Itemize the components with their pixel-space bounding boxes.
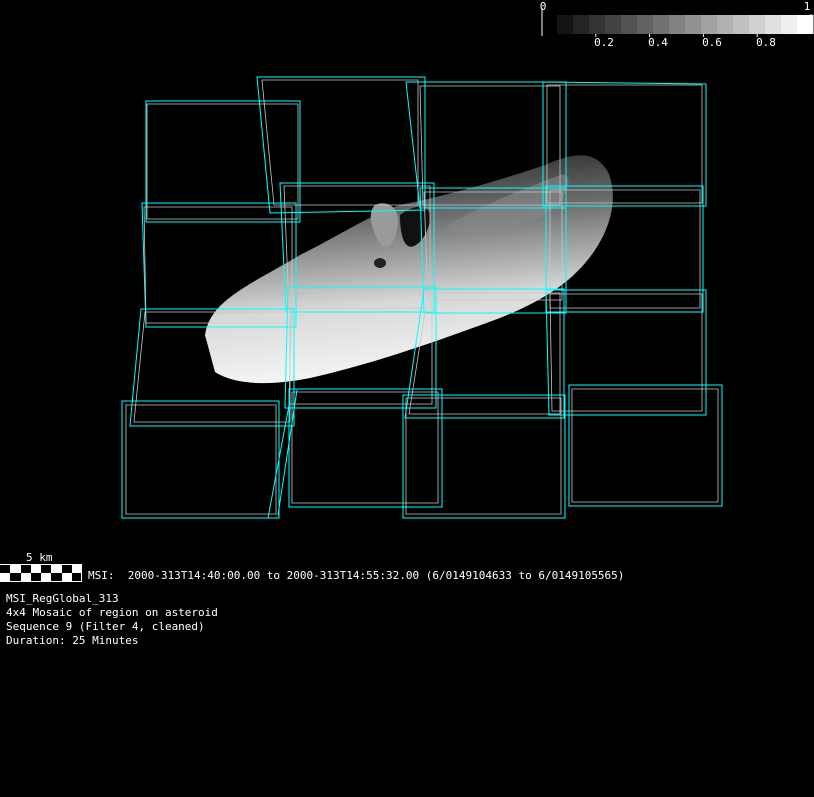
image-footprint — [121, 400, 280, 519]
colorbar-step — [749, 15, 766, 34]
asteroid-mosaic-view — [0, 8, 814, 582]
scale-bar-graphic — [0, 564, 82, 582]
colorbar-step — [589, 15, 606, 34]
image-footprint — [405, 397, 562, 515]
colorbar-step — [701, 15, 718, 34]
colorbar-tick-label: 0.4 — [648, 36, 668, 49]
colorbar-tick-label: 0.8 — [756, 36, 776, 49]
image-footprint — [125, 404, 277, 515]
image-footprint — [291, 391, 439, 504]
colorbar-step — [573, 15, 590, 34]
colorbar-step — [685, 15, 702, 34]
colorbar-tick-label: 0.2 — [594, 36, 614, 49]
image-footprint — [288, 388, 443, 508]
colorbar-step — [717, 15, 734, 34]
colorbar-step — [653, 15, 670, 34]
colorbar-min-label: 0 — [539, 0, 547, 13]
asteroid-image — [205, 155, 613, 384]
sequence-filter: Sequence 9 (Filter 4, cleaned) — [6, 620, 205, 633]
colorbar-step — [733, 15, 750, 34]
colorbar-step — [605, 15, 622, 34]
colorbar-step — [781, 15, 798, 34]
sequence-duration: Duration: 25 Minutes — [6, 634, 139, 647]
colorbar-step — [669, 15, 686, 34]
colorbar-step — [621, 15, 638, 34]
image-footprint — [256, 76, 426, 214]
image-footprint — [402, 394, 566, 519]
sequence-name: MSI_RegGlobal_313 — [6, 592, 119, 605]
colorbar-step — [637, 15, 654, 34]
scale-bar-label: 5 km — [26, 551, 53, 564]
colorbar-tick-label: 0.6 — [702, 36, 722, 49]
image-footprint — [568, 384, 723, 507]
colorbar-step — [557, 15, 574, 34]
footprint-edge — [277, 389, 298, 516]
observation-time-range: MSI: 2000-313T14:40:00.00 to 2000-313T14… — [88, 569, 625, 582]
image-footprint — [545, 289, 707, 416]
colorbar-step — [765, 15, 782, 34]
colorbar-max-label: 1 — [803, 0, 811, 13]
image-footprint — [146, 103, 299, 220]
sequence-description: 4x4 Mosaic of region on asteroid — [6, 606, 218, 619]
image-footprint — [571, 388, 719, 503]
image-footprint — [145, 100, 301, 223]
colorbar — [541, 8, 814, 37]
